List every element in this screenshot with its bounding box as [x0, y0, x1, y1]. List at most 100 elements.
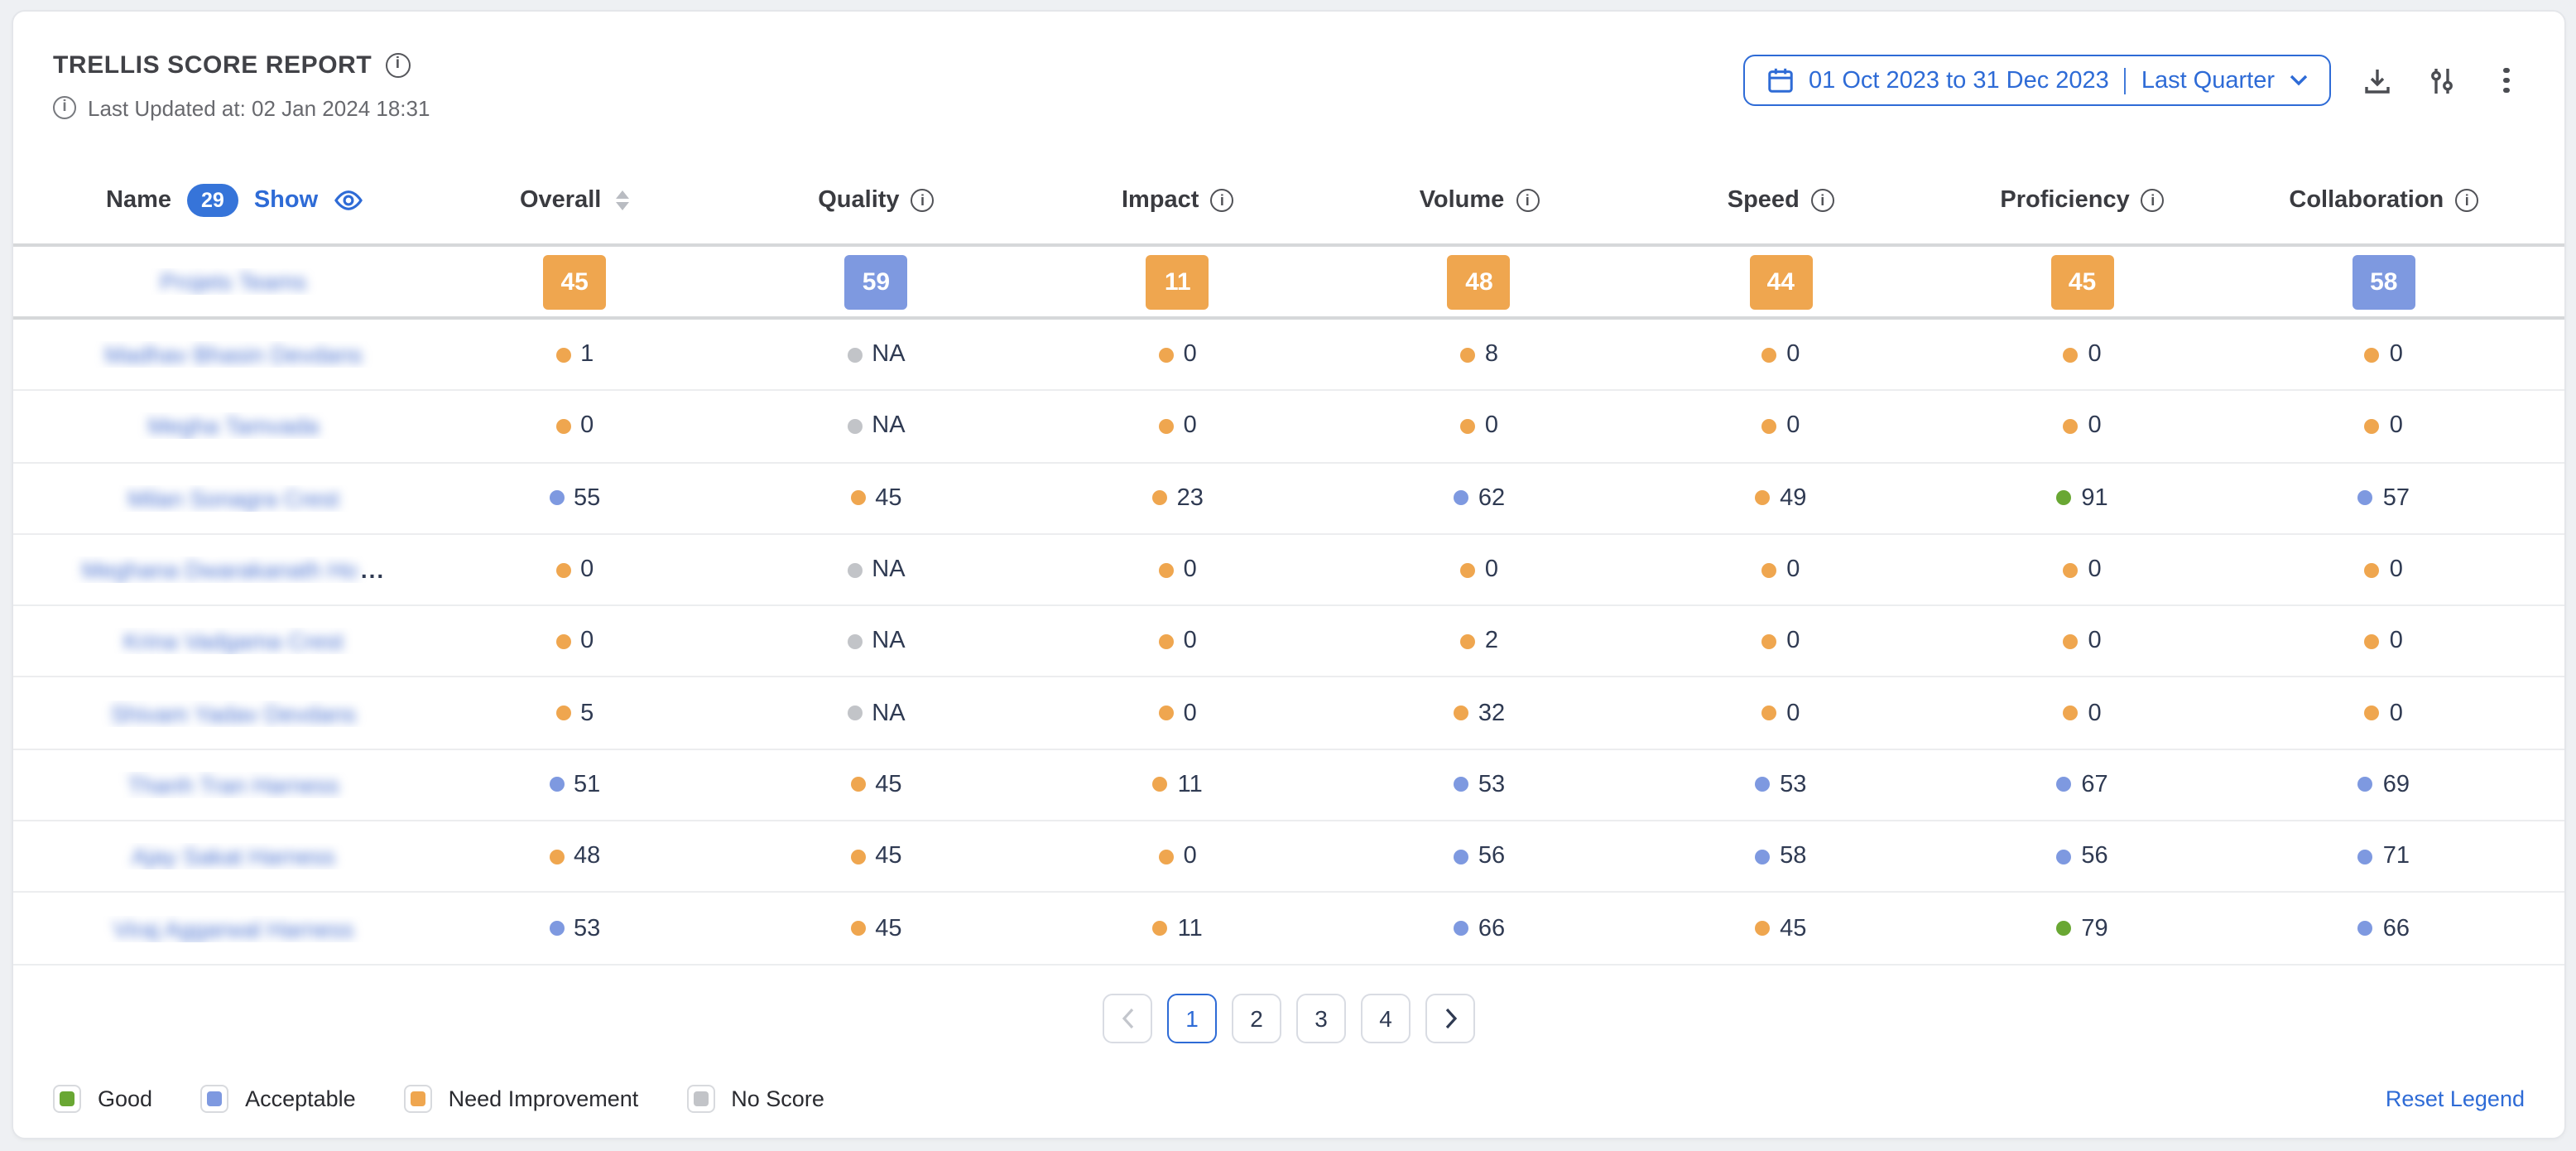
- info-icon[interactable]: i: [1516, 189, 1539, 212]
- score-chip[interactable]: 58: [2353, 254, 2415, 309]
- table-row[interactable]: Milan Sonagra Crest55452362499157: [13, 463, 2564, 535]
- pagination-page-1[interactable]: 1: [1167, 993, 1217, 1043]
- truncation-ellipsis: ...: [361, 556, 385, 583]
- legend-item-need-improvement[interactable]: Need Improvement: [404, 1085, 639, 1113]
- pagination-page-3[interactable]: 3: [1296, 993, 1346, 1043]
- table-row[interactable]: Madhav Bhasin Devdans1NA08000: [13, 320, 2564, 392]
- score-dot: [1761, 347, 1776, 362]
- score-value: 56: [2081, 843, 2107, 869]
- score-value: 0: [1786, 628, 1800, 655]
- score-value: NA: [872, 556, 905, 583]
- score-dot: [555, 562, 570, 577]
- member-name-link[interactable]: Ajay Sakat Harness: [132, 843, 335, 869]
- table-header-row: Name 29 Show OverallQualityiImpactiVolum…: [13, 157, 2564, 243]
- info-icon[interactable]: i: [911, 189, 935, 212]
- score-cell-overall: 0: [424, 628, 725, 655]
- member-name-link[interactable]: Madhav Bhasin Devdans: [104, 341, 362, 368]
- score-cell-proficiency: 0: [1931, 628, 2232, 655]
- score-dot: [1761, 562, 1776, 577]
- score-chip[interactable]: 45: [543, 254, 606, 309]
- score-dot: [2063, 347, 2078, 362]
- score-cell-quality: 45: [725, 843, 1026, 869]
- download-icon[interactable]: [2359, 62, 2396, 99]
- legend-item-acceptable[interactable]: Acceptable: [200, 1085, 356, 1113]
- date-range-picker-button[interactable]: 01 Oct 2023 to 31 Dec 2023 Last Quarter: [1742, 55, 2331, 106]
- score-cell-speed: 0: [1630, 700, 1931, 726]
- member-name-link[interactable]: Viraj Aggarwal Harness: [113, 915, 354, 942]
- score-value: 0: [2390, 341, 2403, 368]
- score-value: 53: [1478, 772, 1505, 798]
- name-cell: Madhav Bhasin Devdans: [43, 341, 424, 368]
- pagination-page-4[interactable]: 4: [1361, 993, 1411, 1043]
- score-cell-speed: 53: [1630, 772, 1931, 798]
- info-icon[interactable]: i: [1811, 189, 1834, 212]
- summary-score-cell-quality: 59: [725, 254, 1026, 309]
- score-value: 0: [1485, 413, 1498, 440]
- score-cell-impact: 0: [1027, 556, 1329, 583]
- score-cell-volume: 0: [1329, 413, 1630, 440]
- table-row[interactable]: Megha Tamvada0NA00000: [13, 392, 2564, 464]
- info-icon[interactable]: i: [2141, 189, 2165, 212]
- sort-icon[interactable]: [616, 190, 629, 211]
- score-value: 0: [1184, 700, 1197, 726]
- score-chip[interactable]: 44: [1749, 254, 1812, 309]
- title-info-icon[interactable]: i: [385, 52, 410, 77]
- date-preset-label[interactable]: Last Quarter: [2141, 67, 2275, 94]
- score-cell-proficiency: 0: [1931, 341, 2232, 368]
- info-icon[interactable]: i: [2455, 189, 2478, 212]
- reset-legend-link[interactable]: Reset Legend: [2386, 1086, 2525, 1111]
- score-chip[interactable]: 59: [844, 254, 907, 309]
- table-row[interactable]: Viraj Aggarwal Harness53451166457966: [13, 893, 2564, 966]
- table-row[interactable]: Ajay Sakat Harness4845056585671: [13, 821, 2564, 893]
- member-name-link[interactable]: Megha Tamvada: [148, 413, 320, 440]
- table-row[interactable]: Meghana Dwarakanath Ho...0NA00000: [13, 535, 2564, 607]
- member-name-link[interactable]: Thanh Tran Harness: [127, 772, 339, 798]
- table-row-summary[interactable]: Projets Teams 45 59 11 48 44 45 58: [13, 243, 2564, 320]
- column-header-impact[interactable]: Impacti: [1027, 187, 1329, 214]
- score-cell-speed: 0: [1630, 413, 1931, 440]
- member-name-link[interactable]: Krina Vadgama Crest: [123, 628, 344, 655]
- score-cell-collaboration: 71: [2233, 843, 2535, 869]
- member-name-link[interactable]: Projets Teams: [161, 268, 307, 295]
- column-header-overall[interactable]: Overall: [424, 187, 725, 214]
- table-row[interactable]: Shivam Yadav Devdans5NA032000: [13, 678, 2564, 750]
- date-range-text: 01 Oct 2023 to 31 Dec 2023: [1809, 67, 2109, 94]
- score-value: 11: [1178, 915, 1203, 942]
- legend-item-good[interactable]: Good: [53, 1085, 152, 1113]
- score-cell-volume: 32: [1329, 700, 1630, 726]
- score-cell-overall: 51: [424, 772, 725, 798]
- info-icon[interactable]: i: [1210, 189, 1233, 212]
- eye-icon[interactable]: [333, 189, 364, 212]
- score-dot: [1755, 490, 1770, 505]
- column-header-proficiency[interactable]: Proficiencyi: [1931, 187, 2232, 214]
- table-row[interactable]: Thanh Tran Harness51451153536769: [13, 750, 2564, 822]
- score-dot: [850, 849, 865, 864]
- score-dot: [2365, 347, 2380, 362]
- table-row[interactable]: Krina Vadgama Crest0NA02000: [13, 606, 2564, 678]
- legend-item-no-score[interactable]: No Score: [686, 1085, 824, 1113]
- member-name-link[interactable]: Meghana Dwarakanath Ho: [82, 556, 358, 583]
- score-dot: [1755, 921, 1770, 936]
- pagination-page-2[interactable]: 2: [1232, 993, 1281, 1043]
- column-header-collaboration[interactable]: Collaborationi: [2233, 187, 2535, 214]
- score-chip[interactable]: 11: [1146, 254, 1209, 309]
- settings-sliders-icon[interactable]: [2424, 62, 2460, 99]
- score-chip[interactable]: 45: [2051, 254, 2114, 309]
- member-name-link[interactable]: Milan Sonagra Crest: [127, 484, 339, 511]
- more-options-icon[interactable]: [2488, 62, 2525, 99]
- sort-down-arrow: [616, 203, 629, 211]
- score-dot: [1159, 419, 1174, 434]
- score-dot: [2063, 706, 2078, 720]
- trellis-score-report-card: TRELLIS SCORE REPORT i i Last Updated at…: [12, 10, 2566, 1139]
- pagination-next-button[interactable]: [1425, 993, 1475, 1043]
- score-value: 5: [580, 700, 594, 726]
- score-cell-proficiency: 79: [1931, 915, 2232, 942]
- score-cell-collaboration: 66: [2233, 915, 2535, 942]
- column-header-volume[interactable]: Volumei: [1329, 187, 1630, 214]
- show-names-button[interactable]: Show: [254, 187, 318, 214]
- score-cell-proficiency: 56: [1931, 843, 2232, 869]
- column-header-speed[interactable]: Speedi: [1630, 187, 1931, 214]
- score-chip[interactable]: 48: [1448, 254, 1511, 309]
- member-name-link[interactable]: Shivam Yadav Devdans: [111, 700, 356, 726]
- column-header-quality[interactable]: Qualityi: [725, 187, 1026, 214]
